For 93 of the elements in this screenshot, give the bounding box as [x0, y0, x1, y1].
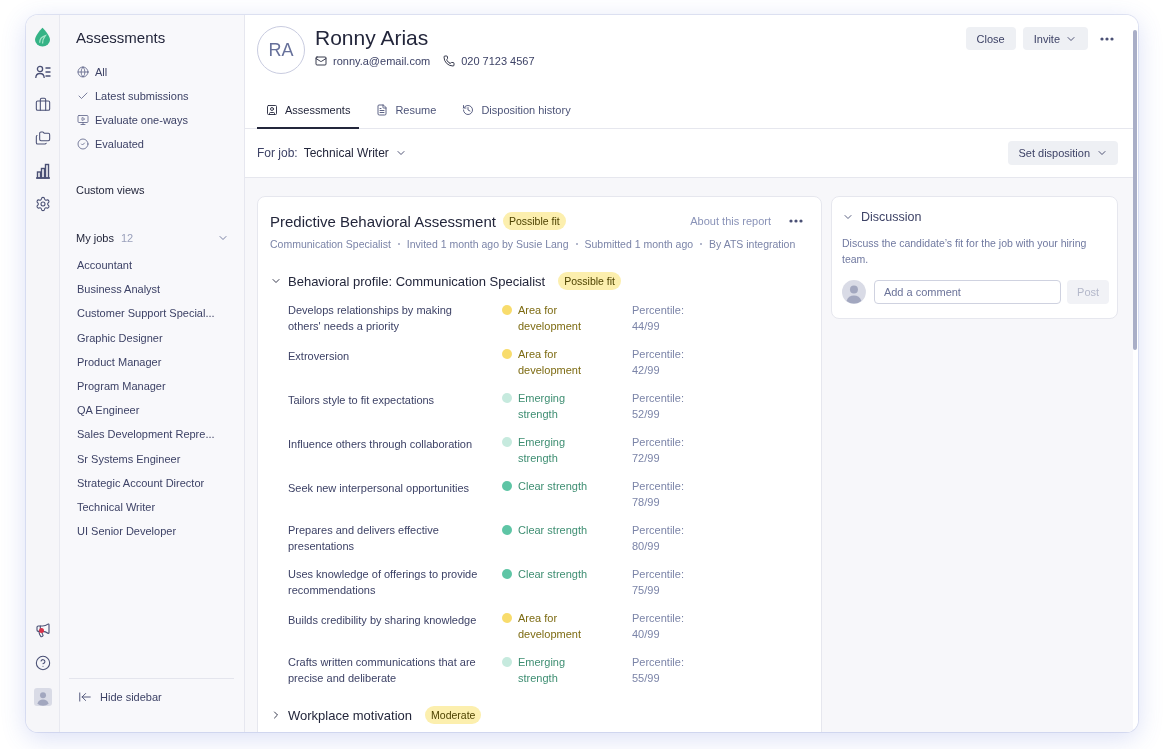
more-icon[interactable] [789, 219, 803, 223]
trait-label: Uses knowledge of offerings to provide recommendations [288, 567, 479, 598]
fit-badge: Possible fit [558, 272, 621, 290]
comment-input[interactable]: Add a comment [873, 280, 1062, 304]
history-icon [462, 103, 475, 116]
job-item[interactable]: Sr Systems Engineer [76, 446, 181, 471]
discussion-description: Discuss the candidate’s fit for the job with your hiring team. [842, 236, 1088, 267]
meta-text: Communication Specialist [270, 238, 391, 250]
job-item[interactable]: Customer Support Special... [76, 301, 215, 326]
megaphone-icon[interactable] [34, 622, 51, 638]
tab[interactable]: Assessments [257, 92, 360, 129]
status-text: Clear strength [518, 567, 588, 582]
briefcase-icon[interactable] [34, 97, 51, 113]
sidebar-item[interactable]: Evaluated [76, 132, 144, 156]
percentile-text: Percentile: 40/99 [632, 611, 685, 642]
trait-label: Tailors style to fit expectations [288, 393, 435, 408]
person-card-icon [266, 103, 278, 116]
assessment-title: Predictive Behavioral Assessment [270, 212, 496, 230]
collapse-arrow-icon [78, 690, 92, 704]
phone-text: 020 7123 4567 [461, 54, 535, 68]
trait-label: Influence others through collaboration [288, 437, 473, 452]
more-icon[interactable] [1100, 36, 1114, 41]
status-text: Area for development [518, 347, 582, 378]
meta-text: Invited 1 month ago by Susie Lang [406, 238, 569, 250]
percentile-text: Percentile: 75/99 [632, 567, 685, 598]
job-item[interactable]: UI Senior Developer [76, 519, 177, 544]
document-icon [376, 103, 389, 116]
status-text: Area for development [518, 303, 582, 334]
email-text: ronny.a@email.com [333, 54, 431, 68]
trait-label: Crafts written communications that are precise and deliberate [288, 655, 477, 686]
job-count: 12 [120, 232, 134, 244]
scrollbar-thumb[interactable] [1133, 30, 1137, 350]
job-select[interactable]: Technical Writer [303, 146, 407, 160]
phone-icon [443, 55, 456, 67]
discussion-title: Discussion [861, 210, 922, 224]
job-item[interactable]: Product Manager [76, 349, 162, 374]
job-item[interactable]: QA Engineer [76, 398, 140, 423]
trait-label: Builds credibility by sharing knowledge [288, 613, 477, 628]
sidebar-item[interactable]: Evaluate one-ways [76, 108, 188, 132]
job-filter-label: For job: [257, 146, 298, 160]
action-button[interactable]: Close [965, 27, 1016, 50]
job-item[interactable]: Technical Writer [76, 494, 156, 520]
job-item[interactable]: Strategic Account Director [76, 470, 205, 495]
job-item[interactable]: Program Manager [76, 373, 166, 399]
help-icon[interactable] [34, 655, 51, 671]
status-text: Clear strength [518, 479, 588, 494]
trait-label: Seek new interpersonal opportunities [288, 481, 469, 496]
percentile-text: Percentile: 52/99 [632, 391, 685, 422]
trait-label: Prepares and delivers effective presentations [288, 523, 440, 554]
job-item[interactable]: Sales Development Repre... [76, 422, 215, 447]
status-text: Emerging strength [518, 391, 567, 422]
job-item[interactable]: Graphic Designer [76, 325, 163, 350]
set-disposition-button[interactable]: Set disposition [1008, 141, 1118, 165]
check-icon [77, 90, 89, 102]
section-label: Custom views [76, 183, 145, 198]
sidebar-title: Assessments [76, 29, 167, 47]
percentile-text: Percentile: 42/99 [632, 347, 685, 378]
candidate-name: Ronny Arias [315, 26, 430, 50]
meta-text: Submitted 1 month ago [584, 238, 694, 250]
section-title: Behavioral profile: Communication Specialist [288, 273, 546, 289]
percentile-text: Percentile: 55/99 [632, 655, 685, 686]
avatar-icon [842, 280, 866, 304]
percentile-text: Percentile: 72/99 [632, 435, 685, 466]
percentile-text: Percentile: 44/99 [632, 303, 685, 334]
fit-badge: Possible fit [502, 212, 566, 230]
section-title: Workplace motivation [288, 707, 413, 723]
hide-sidebar-button[interactable]: Hide sidebar [78, 685, 162, 709]
trait-label: Extroversion [288, 349, 350, 364]
sidebar-item[interactable]: Latest submissions [76, 84, 189, 108]
check-circle-icon [77, 138, 89, 150]
person-list-icon[interactable] [34, 64, 51, 80]
percentile-text: Percentile: 78/99 [632, 479, 685, 510]
status-text: Area for development [518, 611, 582, 642]
status-text: Clear strength [518, 523, 588, 538]
status-text: Emerging strength [518, 435, 567, 466]
tab[interactable]: Resume [367, 92, 446, 129]
play-screen-icon [77, 114, 89, 126]
section-label: My jobs [76, 232, 114, 244]
action-button[interactable]: Invite [1022, 27, 1088, 50]
job-item[interactable]: Accountant [76, 253, 133, 278]
fit-badge: Moderate [425, 706, 482, 724]
trait-label: Develops relationships by making others' needs a priority [288, 303, 453, 334]
bar-chart-icon[interactable] [34, 163, 51, 179]
mail-icon [315, 55, 327, 67]
job-item[interactable]: Business Analyst [76, 277, 161, 302]
settings-icon[interactable] [34, 196, 51, 212]
status-text: Emerging strength [518, 655, 567, 686]
sidebar-item[interactable]: All [76, 60, 108, 84]
tab[interactable]: Disposition history [453, 92, 580, 129]
globe-icon [77, 66, 89, 78]
percentile-text: Percentile: 80/99 [632, 523, 685, 554]
meta-text: By ATS integration [709, 238, 796, 250]
folders-icon[interactable] [34, 130, 51, 146]
